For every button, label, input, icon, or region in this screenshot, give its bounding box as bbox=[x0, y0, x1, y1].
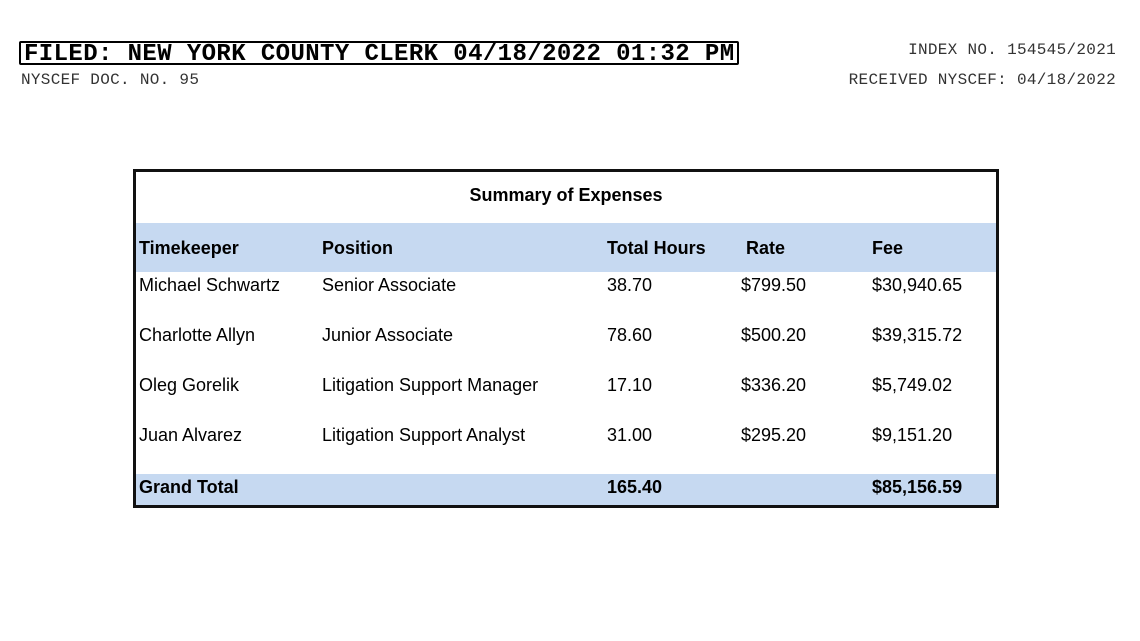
col-header-timekeeper: Timekeeper bbox=[139, 238, 239, 258]
cell-timekeeper: Michael Schwartz bbox=[139, 275, 281, 295]
grand-total-row: Grand Total 165.40 $85,156.59 bbox=[136, 474, 996, 505]
cell-position: Litigation Support Manager bbox=[322, 375, 539, 395]
col-header-position: Position bbox=[322, 238, 393, 258]
cell-rate: $799.50 bbox=[741, 275, 807, 295]
cell-position: Senior Associate bbox=[322, 275, 457, 295]
cell-rate: $336.20 bbox=[741, 375, 807, 395]
cell-hours: 38.70 bbox=[607, 275, 653, 295]
cell-hours: 17.10 bbox=[607, 375, 653, 395]
cell-hours: 78.60 bbox=[607, 325, 653, 345]
doc-number: NYSCEF DOC. NO. 95 bbox=[21, 71, 200, 89]
cell-fee: $5,749.02 bbox=[872, 375, 953, 395]
cell-timekeeper: Oleg Gorelik bbox=[139, 375, 240, 395]
expense-summary-table: Summary of Expenses Timekeeper Position … bbox=[133, 169, 999, 508]
header-row: Timekeeper Position Total Hours Rate Fee bbox=[136, 223, 996, 272]
index-number: INDEX NO. 154545/2021 bbox=[908, 41, 1116, 59]
col-header-total-hours: Total Hours bbox=[607, 238, 706, 258]
col-header-fee: Fee bbox=[872, 238, 904, 258]
cell-fee: $39,315.72 bbox=[872, 325, 963, 345]
received-date: RECEIVED NYSCEF: 04/18/2022 bbox=[848, 71, 1116, 89]
cell-hours: 31.00 bbox=[607, 425, 653, 445]
grand-total-fee: $85,156.59 bbox=[872, 477, 963, 497]
table-title: Summary of Expenses bbox=[469, 185, 663, 205]
cell-rate: $500.20 bbox=[741, 325, 807, 345]
cell-fee: $9,151.20 bbox=[872, 425, 953, 445]
cell-rate: $295.20 bbox=[741, 425, 807, 445]
cell-timekeeper: Juan Alvarez bbox=[139, 425, 243, 445]
grand-total-hours: 165.40 bbox=[607, 477, 663, 497]
cell-position: Junior Associate bbox=[322, 325, 454, 345]
col-header-rate: Rate bbox=[746, 238, 786, 258]
cell-fee: $30,940.65 bbox=[872, 275, 963, 295]
cell-position: Litigation Support Analyst bbox=[322, 425, 526, 445]
filed-stamp: FILED: NEW YORK COUNTY CLERK 04/18/2022 … bbox=[19, 41, 739, 67]
grand-total-label: Grand Total bbox=[139, 477, 239, 497]
cell-timekeeper: Charlotte Allyn bbox=[139, 325, 256, 345]
